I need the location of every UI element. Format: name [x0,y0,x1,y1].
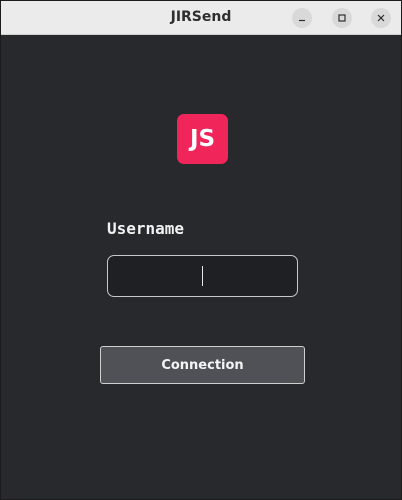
maximize-icon [338,14,346,22]
connection-button[interactable]: Connection [100,346,305,384]
username-input[interactable] [107,255,298,297]
close-icon [377,14,385,22]
app-logo-text: JS [189,126,216,152]
title-bar[interactable]: JIRSend [1,1,401,35]
minimize-button[interactable] [292,8,312,28]
minimize-icon [299,19,305,22]
text-caret [202,266,203,286]
maximize-button[interactable] [332,8,352,28]
username-label: Username [107,219,185,238]
app-logo: JS [177,114,228,164]
app-window: JIRSend JS Username Connection [0,0,402,500]
close-button[interactable] [371,8,391,28]
login-panel: JS Username Connection [1,35,401,499]
